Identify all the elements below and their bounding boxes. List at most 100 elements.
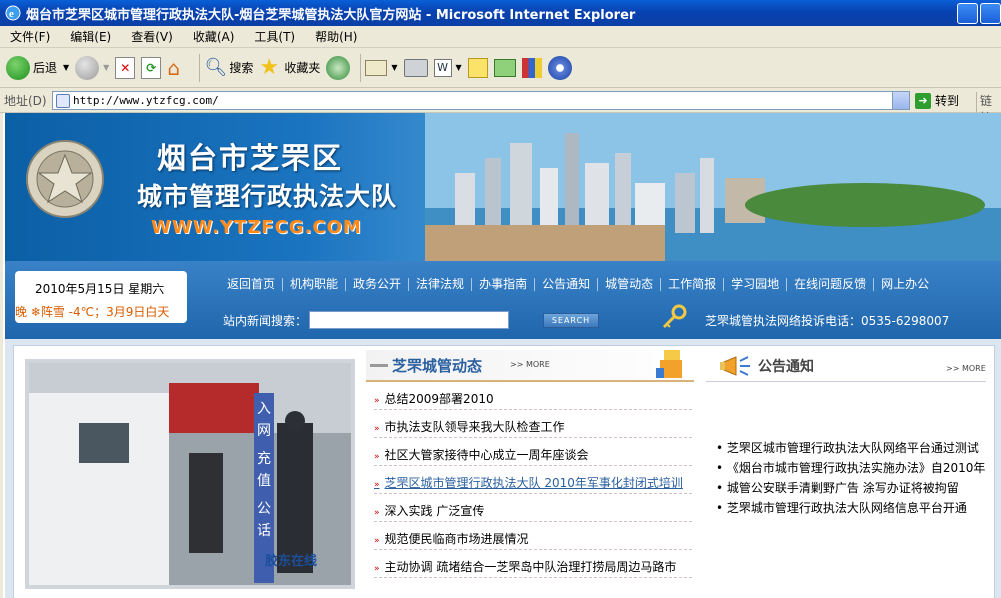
current-date: 2010年5月15日 星期六	[35, 282, 165, 296]
window-titlebar[interactable]: e 烟台市芝罘区城市管理行政执法大队-烟台芝罘城管执法大队官方网站 - Micr…	[0, 0, 1001, 26]
go-arrow-icon: ➜	[915, 92, 931, 109]
notice-more-link[interactable]: >> MORE	[946, 364, 986, 373]
menu-help[interactable]: 帮助(H)	[305, 28, 367, 45]
toolbar-separator	[360, 53, 362, 82]
toolbar-separator	[199, 53, 201, 82]
news-item[interactable]: » 深入实践 广泛宣传	[374, 500, 692, 522]
edit-button[interactable]: W ▼	[433, 52, 462, 84]
news-more-link[interactable]: >> MORE	[510, 360, 550, 369]
news-title: 芝罘城管动态	[392, 357, 483, 375]
banner-title-line2: 城市管理行政执法大队	[137, 182, 398, 211]
nav-feedback[interactable]: 在线问题反馈	[787, 278, 875, 291]
news-item[interactable]: » 规范便民临商市场进展情况	[374, 528, 692, 550]
messenger-button[interactable]	[493, 52, 516, 84]
maximize-button[interactable]	[980, 3, 1001, 24]
menu-file[interactable]: 文件(F)	[0, 28, 60, 45]
home-button[interactable]: ⌂	[167, 52, 189, 84]
notice-item[interactable]: • 芝罘区城市管理行政执法大队网络平台通过测试	[716, 440, 979, 456]
news-item-text: 市执法支队领导来我大队检查工作	[384, 420, 565, 434]
research-button[interactable]	[521, 52, 542, 84]
nav-public-affairs[interactable]: 政务公开	[346, 278, 410, 291]
nav-news[interactable]: 城管动态	[598, 278, 662, 291]
window-title: 烟台市芝罘区城市管理行政执法大队-烟台芝罘城管执法大队官方网站 - Micros…	[26, 7, 636, 23]
word-icon: W	[433, 58, 452, 77]
svg-text:网: 网	[257, 423, 271, 439]
favorites-button[interactable]: ★ 收藏夹	[259, 52, 320, 84]
address-label: 地址(D)	[4, 94, 47, 108]
address-dropdown-icon[interactable]	[892, 92, 909, 109]
nav-laws[interactable]: 法律法规	[409, 278, 473, 291]
nav-notices[interactable]: 公告通知	[535, 278, 599, 291]
weather-ticker: 晚 ❄阵雪 -4℃；3月9日白天	[15, 305, 170, 319]
photo-caption: 胶东在线	[265, 553, 317, 569]
menu-favorites[interactable]: 收藏(A)	[183, 28, 245, 45]
forward-dropdown-icon[interactable]: ▼	[103, 63, 109, 72]
nav-guide[interactable]: 办事指南	[472, 278, 536, 291]
site-search-input[interactable]	[309, 311, 510, 329]
notice-item[interactable]: • 城管公安联手清剿野广告 涂写办证将被拘留	[716, 480, 959, 496]
arrow-bullet-icon: »	[374, 452, 380, 462]
content-area: 入 网 充 值 公 话 胶东在线 1 2 3 4 5 6	[5, 339, 1001, 598]
arrow-bullet-icon: »	[374, 480, 380, 490]
news-item[interactable]: » 市执法支队领导来我大队检查工作	[374, 416, 692, 438]
arrow-bullet-icon: »	[374, 396, 380, 406]
nav-functions[interactable]: 机构职能	[283, 278, 347, 291]
tools-button[interactable]	[547, 52, 572, 84]
books-icon	[521, 57, 542, 78]
site-banner: 烟台市芝罘区 城市管理行政执法大队 WWW.YTZFCG.COM	[5, 113, 1001, 261]
go-label: 转到	[935, 94, 960, 108]
site-search: 站内新闻搜索：	[223, 311, 510, 329]
menu-tools[interactable]: 工具(T)	[244, 28, 305, 45]
address-bar: 地址(D) http://www.ytzfcg.com/ ➜转到 链接	[0, 89, 1001, 126]
discuss-button[interactable]	[467, 52, 488, 84]
stop-button[interactable]: ✕	[115, 52, 136, 84]
nav-home[interactable]: 返回首页	[220, 278, 284, 291]
refresh-button[interactable]: ⟳	[141, 52, 162, 84]
minimize-button[interactable]	[957, 3, 978, 24]
nav-briefing[interactable]: 工作简报	[661, 278, 725, 291]
news-item[interactable]: » 主动协调 疏堵结合一芝罘岛中队治理打捞局周边马路市	[374, 556, 692, 578]
forward-button[interactable]: ▼	[75, 52, 109, 84]
back-arrow-icon	[6, 55, 30, 80]
arrow-bullet-icon: »	[374, 564, 380, 574]
address-input[interactable]: http://www.ytzfcg.com/	[52, 91, 910, 110]
svg-text:e: e	[9, 8, 14, 20]
banner-title-line1: 烟台市芝罘区	[157, 141, 344, 175]
back-dropdown-icon[interactable]: ▼	[63, 63, 69, 72]
notice-item[interactable]: • 芝罘城市管理行政执法大队网络信息平台开通	[716, 500, 967, 516]
ie-logo-icon: e	[5, 5, 21, 21]
news-section: 芝罘城管动态 >> MORE » 总结2009部署2010 » 市执法支队领导来我大…	[366, 346, 694, 598]
search-submit-button[interactable]: SEARCH	[543, 313, 599, 328]
mail-dropdown-icon[interactable]: ▼	[391, 63, 397, 72]
mail-button[interactable]: ▼	[365, 52, 398, 84]
page-viewport: 烟台市芝罘区 城市管理行政执法大队 WWW.YTZFCG.COM 2010年5月…	[0, 113, 1001, 598]
print-button[interactable]	[403, 52, 428, 84]
city-skyline-image	[425, 113, 1001, 261]
header-bar-decoration	[370, 364, 388, 367]
forward-arrow-icon	[75, 55, 100, 80]
news-item[interactable]: » 总结2009部署2010	[374, 388, 692, 410]
back-label: 后退	[33, 61, 58, 75]
history-button[interactable]	[326, 52, 351, 84]
news-item-text: 社区大管家接待中心成立一周年座谈会	[384, 448, 589, 462]
search-button[interactable]: 🔍︎ 搜索	[204, 52, 253, 84]
back-button[interactable]: 后退 ▼	[6, 52, 69, 84]
nav-learning[interactable]: 学习园地	[724, 278, 788, 291]
favorites-star-icon: ★	[259, 54, 280, 80]
nav-online-office[interactable]: 网上办公	[874, 278, 936, 291]
news-item[interactable]: » 社区大管家接待中心成立一周年座谈会	[374, 444, 692, 466]
favorites-label: 收藏夹	[284, 61, 321, 75]
news-item[interactable]: » 芝罘区城市管理行政执法大队 2010年军事化封闭式培训	[374, 472, 692, 494]
note-icon	[467, 57, 488, 78]
svg-text:充: 充	[257, 451, 271, 467]
go-button[interactable]: ➜ 转到	[915, 92, 959, 109]
navigation-band: 2010年5月15日 星期六 晚 ❄阵雪 -4℃；3月9日白天 返回首页 机构职…	[5, 261, 1001, 339]
edit-dropdown-icon[interactable]: ▼	[456, 63, 462, 72]
notice-item[interactable]: • 《烟台市城市管理行政执法实施办法》自2010年	[716, 460, 985, 476]
news-photo-slideshow[interactable]: 入 网 充 值 公 话 胶东在线 1 2 3 4 5 6	[25, 359, 355, 589]
news-item-text: 主动协调 疏堵结合一芝罘岛中队治理打捞局周边马路市	[384, 560, 677, 574]
menu-edit[interactable]: 编辑(E)	[60, 28, 121, 45]
menu-view[interactable]: 查看(V)	[121, 28, 183, 45]
date-weather-box: 2010年5月15日 星期六 晚 ❄阵雪 -4℃；3月9日白天	[15, 271, 187, 323]
svg-text:话: 话	[257, 523, 271, 539]
